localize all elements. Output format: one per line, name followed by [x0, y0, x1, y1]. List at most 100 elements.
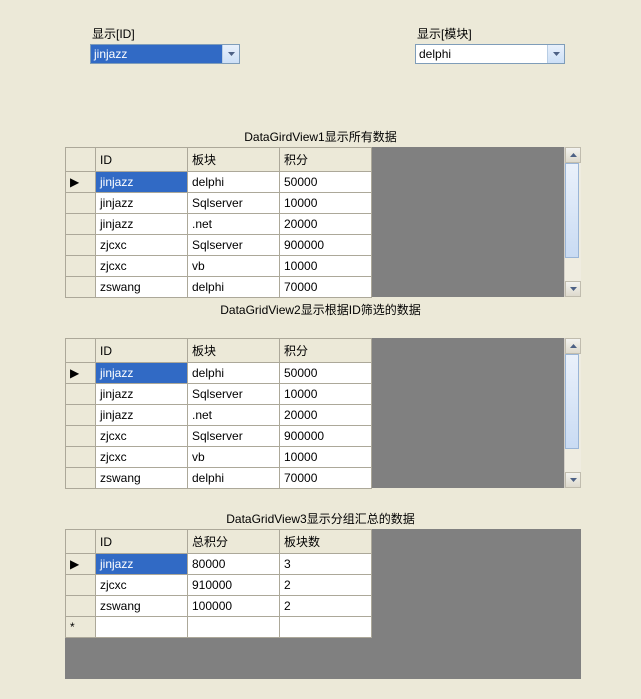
cell-board[interactable]: .net: [188, 214, 280, 235]
cell-score[interactable]: 900000: [280, 426, 372, 447]
scroll-up-button[interactable]: [565, 147, 581, 163]
scroll-up-button[interactable]: [565, 338, 581, 354]
row-header-current[interactable]: ▶: [66, 172, 96, 193]
row-header[interactable]: [66, 468, 96, 489]
datagridview1[interactable]: ID 板块 积分 ▶ jinjazz delphi 50000 jinjazz …: [65, 147, 581, 297]
cell-id[interactable]: jinjazz: [96, 193, 188, 214]
cell-id[interactable]: jinjazz: [96, 214, 188, 235]
row-header[interactable]: [66, 256, 96, 277]
cell-score[interactable]: 50000: [280, 172, 372, 193]
cell-id[interactable]: jinjazz: [96, 405, 188, 426]
col-header-total[interactable]: 总积分: [188, 530, 280, 554]
row-header[interactable]: [66, 447, 96, 468]
cell-score[interactable]: 70000: [280, 468, 372, 489]
scroll-down-button[interactable]: [565, 281, 581, 297]
table-row[interactable]: ▶ jinjazz 80000 3: [66, 554, 372, 575]
cell-board[interactable]: delphi: [188, 172, 280, 193]
cell-total[interactable]: [188, 617, 280, 638]
cell-id[interactable]: zjcxc: [96, 256, 188, 277]
id-combo-dropdown-button[interactable]: [222, 45, 239, 63]
table-row[interactable]: ▶ jinjazz delphi 50000: [66, 172, 372, 193]
cell-boardcount[interactable]: [280, 617, 372, 638]
row-header[interactable]: [66, 426, 96, 447]
cell-board[interactable]: delphi: [188, 277, 280, 298]
row-header[interactable]: [66, 405, 96, 426]
cell-id[interactable]: jinjazz: [96, 554, 188, 575]
cell-id[interactable]: zswang: [96, 468, 188, 489]
row-header[interactable]: [66, 575, 96, 596]
cell-id[interactable]: zjcxc: [96, 426, 188, 447]
row-header[interactable]: [66, 193, 96, 214]
module-combo[interactable]: delphi: [415, 44, 565, 64]
col-header-score[interactable]: 积分: [280, 148, 372, 172]
cell-id[interactable]: zjcxc: [96, 575, 188, 596]
cell-id[interactable]: zswang: [96, 277, 188, 298]
scroll-track[interactable]: [565, 163, 581, 281]
cell-score[interactable]: 10000: [280, 447, 372, 468]
row-header-current[interactable]: ▶: [66, 554, 96, 575]
cell-id[interactable]: jinjazz: [96, 384, 188, 405]
cell-score[interactable]: 20000: [280, 405, 372, 426]
cell-score[interactable]: 20000: [280, 214, 372, 235]
cell-board[interactable]: delphi: [188, 468, 280, 489]
cell-score[interactable]: 10000: [280, 384, 372, 405]
cell-board[interactable]: .net: [188, 405, 280, 426]
cell-boardcount[interactable]: 2: [280, 596, 372, 617]
cell-score[interactable]: 900000: [280, 235, 372, 256]
cell-board[interactable]: Sqlserver: [188, 384, 280, 405]
cell-id[interactable]: [96, 617, 188, 638]
cell-boardcount[interactable]: 2: [280, 575, 372, 596]
cell-total[interactable]: 80000: [188, 554, 280, 575]
id-combo[interactable]: jinjazz: [90, 44, 240, 64]
new-row[interactable]: *: [66, 617, 372, 638]
cell-id[interactable]: zswang: [96, 596, 188, 617]
table-row[interactable]: ▶ jinjazz delphi 50000: [66, 363, 372, 384]
row-header[interactable]: [66, 277, 96, 298]
cell-id[interactable]: jinjazz: [96, 363, 188, 384]
table-row[interactable]: zjcxc vb 10000: [66, 256, 372, 277]
cell-board[interactable]: Sqlserver: [188, 193, 280, 214]
table-row[interactable]: jinjazz .net 20000: [66, 214, 372, 235]
table-row[interactable]: jinjazz Sqlserver 10000: [66, 193, 372, 214]
cell-board[interactable]: vb: [188, 447, 280, 468]
cell-score[interactable]: 50000: [280, 363, 372, 384]
cell-id[interactable]: zjcxc: [96, 447, 188, 468]
cell-score[interactable]: 70000: [280, 277, 372, 298]
module-combo-dropdown-button[interactable]: [547, 45, 564, 63]
table-row[interactable]: zjcxc Sqlserver 900000: [66, 235, 372, 256]
table-row[interactable]: zswang delphi 70000: [66, 468, 372, 489]
row-header[interactable]: [66, 596, 96, 617]
col-header-id[interactable]: ID: [96, 339, 188, 363]
cell-score[interactable]: 10000: [280, 256, 372, 277]
table-row[interactable]: zswang 100000 2: [66, 596, 372, 617]
table-row[interactable]: zjcxc 910000 2: [66, 575, 372, 596]
cell-id[interactable]: jinjazz: [96, 172, 188, 193]
row-header[interactable]: [66, 214, 96, 235]
cell-board[interactable]: Sqlserver: [188, 426, 280, 447]
col-header-boardcount[interactable]: 板块数: [280, 530, 372, 554]
table-row[interactable]: zswang delphi 70000: [66, 277, 372, 298]
corner-header[interactable]: [66, 148, 96, 172]
cell-total[interactable]: 100000: [188, 596, 280, 617]
row-header-new[interactable]: *: [66, 617, 96, 638]
scroll-track[interactable]: [565, 354, 581, 472]
cell-score[interactable]: 10000: [280, 193, 372, 214]
table-row[interactable]: zjcxc vb 10000: [66, 447, 372, 468]
col-header-score[interactable]: 积分: [280, 339, 372, 363]
vertical-scrollbar[interactable]: [564, 338, 581, 488]
datagridview2[interactable]: ID 板块 积分 ▶ jinjazz delphi 50000 jinjazz …: [65, 338, 581, 488]
cell-board[interactable]: Sqlserver: [188, 235, 280, 256]
col-header-id[interactable]: ID: [96, 148, 188, 172]
row-header[interactable]: [66, 384, 96, 405]
scroll-thumb[interactable]: [565, 354, 579, 449]
scroll-thumb[interactable]: [565, 163, 579, 258]
col-header-board[interactable]: 板块: [188, 148, 280, 172]
row-header-current[interactable]: ▶: [66, 363, 96, 384]
table-row[interactable]: zjcxc Sqlserver 900000: [66, 426, 372, 447]
cell-boardcount[interactable]: 3: [280, 554, 372, 575]
table-row[interactable]: jinjazz Sqlserver 10000: [66, 384, 372, 405]
cell-board[interactable]: delphi: [188, 363, 280, 384]
cell-total[interactable]: 910000: [188, 575, 280, 596]
table-row[interactable]: jinjazz .net 20000: [66, 405, 372, 426]
corner-header[interactable]: [66, 530, 96, 554]
